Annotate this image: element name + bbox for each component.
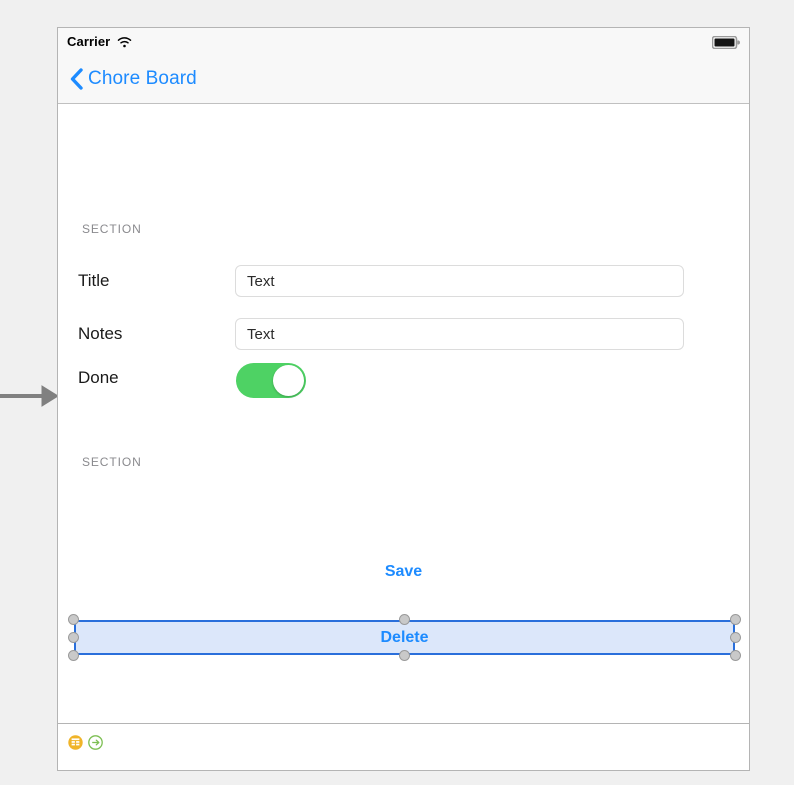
- dock-bar: [58, 723, 749, 760]
- selection-handle-bottom-right[interactable]: [730, 650, 741, 661]
- selection-handle-middle-right[interactable]: [730, 631, 741, 643]
- selection-handle-top-left[interactable]: [68, 614, 79, 625]
- table-view-controller-icon[interactable]: [68, 734, 83, 750]
- wifi-icon: [117, 36, 132, 48]
- title-label: Title: [78, 271, 110, 290]
- selection-handle-top-right[interactable]: [730, 614, 741, 625]
- notes-label: Notes: [78, 324, 123, 343]
- carrier-label: Carrier: [67, 34, 111, 49]
- form-row-title: Title: [58, 265, 749, 299]
- delete-button-selection: Delete: [68, 614, 741, 661]
- selection-handle-bottom-center[interactable]: [398, 650, 410, 661]
- chevron-left-icon: [70, 68, 83, 90]
- selection-handle-middle-left[interactable]: [68, 631, 79, 643]
- device-canvas: Carrier Chore Board SECTION Title Text N…: [57, 27, 750, 771]
- selection-handle-bottom-left[interactable]: [68, 650, 79, 661]
- title-input[interactable]: [235, 265, 684, 297]
- back-button-label: Chore Board: [88, 68, 197, 89]
- status-bar: Carrier: [58, 28, 749, 55]
- form-body: SECTION Title Notes Done SECTION Save De…: [58, 104, 749, 723]
- exit-segue-icon[interactable]: [88, 734, 103, 750]
- switch-knob: [273, 365, 304, 396]
- selection-handle-top-center[interactable]: [398, 614, 410, 625]
- notes-input[interactable]: [235, 318, 684, 350]
- section-header: SECTION: [82, 222, 142, 236]
- battery-full-icon: [711, 35, 740, 54]
- save-button[interactable]: Save: [58, 563, 749, 581]
- done-label: Done: [78, 368, 119, 387]
- annotation-arrow: [0, 385, 59, 407]
- form-row-notes: Notes: [58, 318, 749, 352]
- navigation-bar: Chore Board: [58, 55, 749, 104]
- section-header: SECTION: [82, 455, 142, 469]
- form-row-done: Done: [58, 362, 749, 398]
- back-button[interactable]: Chore Board: [70, 68, 197, 90]
- done-switch[interactable]: [236, 363, 306, 398]
